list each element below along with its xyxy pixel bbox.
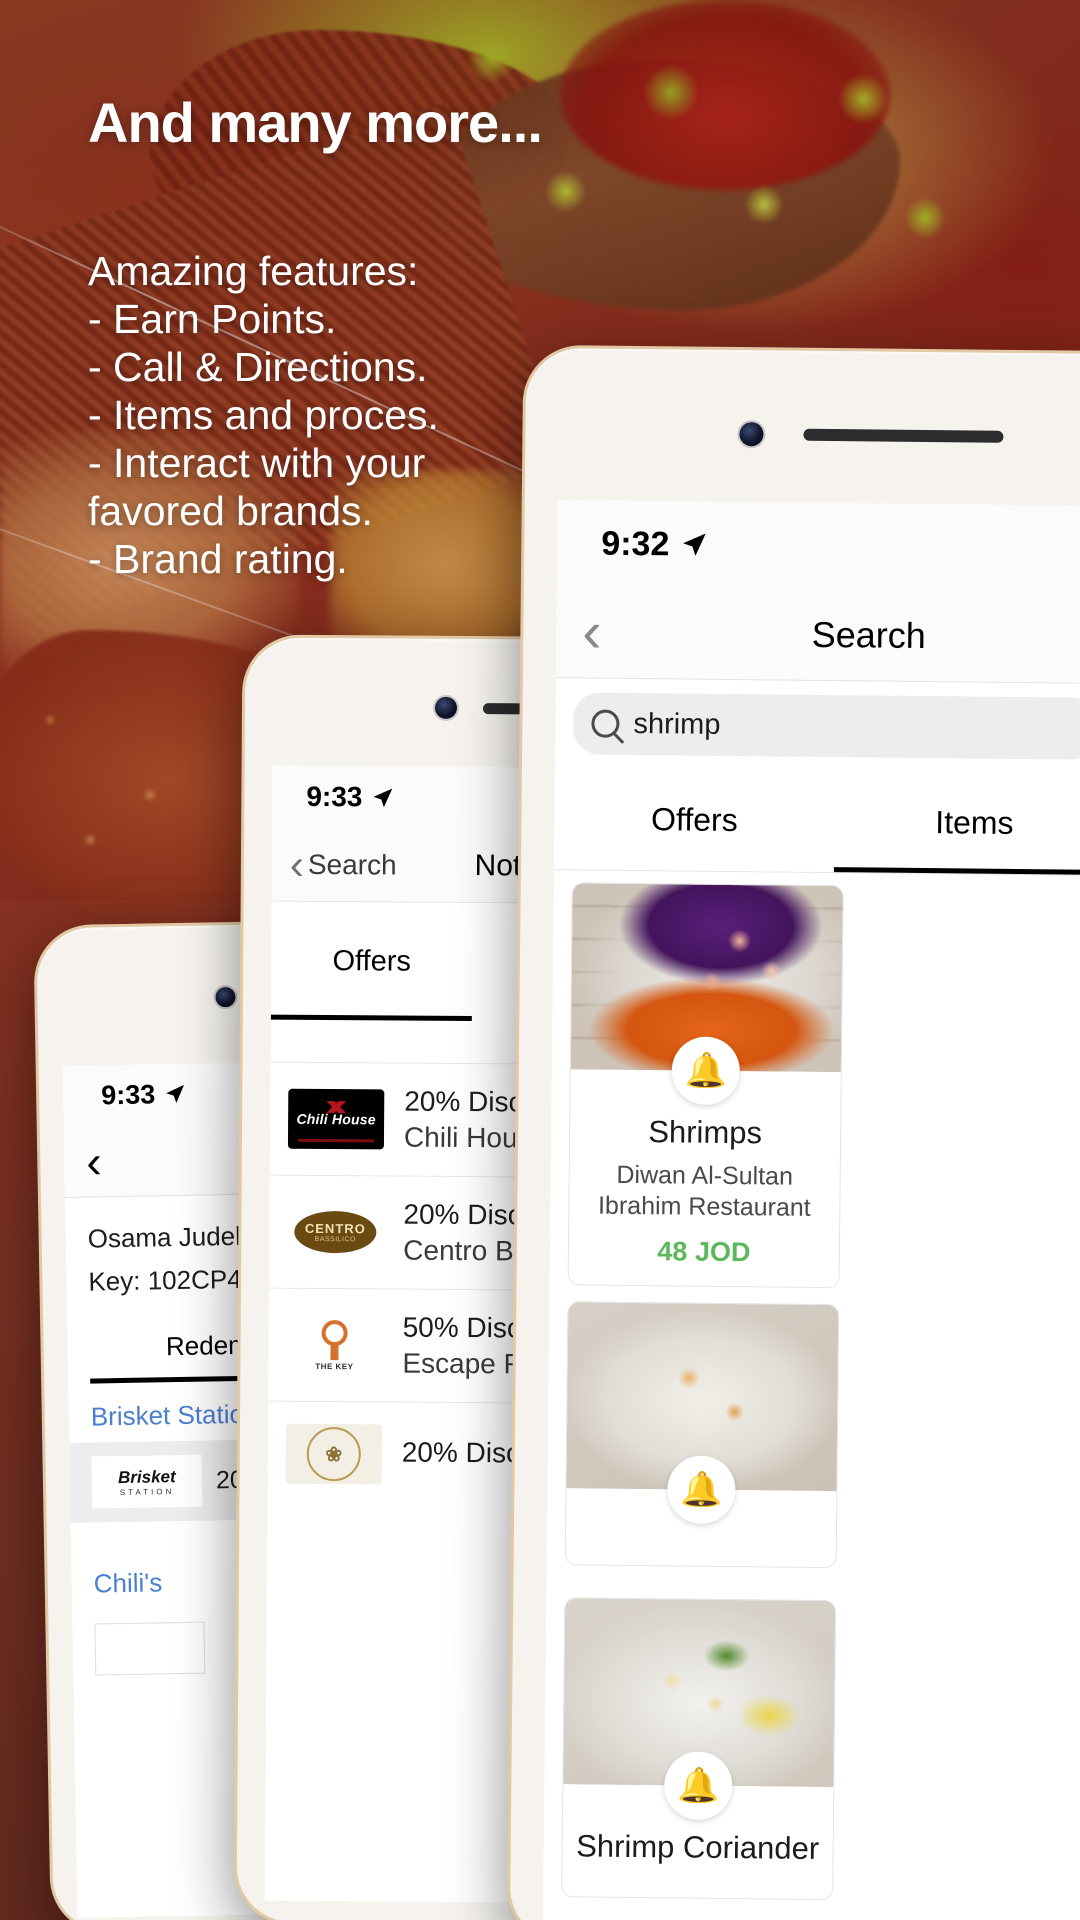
the-key-logo-text: THE KEY [315,1361,354,1371]
item-card[interactable]: 🔔 Shrimp Coriander [561,1597,837,1901]
key-stem-icon [330,1343,339,1360]
chili-logo-subbar [297,1138,374,1143]
tab-active-underline [270,1014,472,1022]
features-list: Amazing features: - Earn Points. - Call … [88,247,568,583]
seal-logo: ❀ [285,1423,382,1485]
item-brand [572,1874,822,1877]
location-arrow-icon [166,1084,185,1104]
tab-bar: Offers Items [553,768,1080,877]
feature-item-2: - Items and proces. [88,392,439,438]
feature-item-3: - Interact with your favored brands. [88,440,426,534]
search-icon [591,709,620,738]
tab-items[interactable]: Items [834,803,1080,843]
tab-offers[interactable]: Offers [554,800,834,840]
front-camera-icon [215,986,236,1008]
screen-search: 9:32 ‹ Search shrimp Offers Items 🔔 Shri… [542,500,1080,1920]
the-key-logo: THE KEY [286,1314,383,1376]
promo-copy: And many more... Amazing features: - Ear… [88,90,568,583]
chilis-logo [94,1621,206,1676]
centro-logo-text: CENTRO [304,1220,366,1237]
item-price [572,1878,822,1881]
bell-glyph: 🔔 [680,1470,723,1509]
search-value: shrimp [633,707,721,741]
bell-glyph: 🔔 [684,1051,728,1090]
bell-icon[interactable]: 🔔 [671,1036,741,1106]
nav-title: Search [811,613,926,656]
item-name: Shrimp Coriander [576,1828,820,1866]
item-name [576,1532,826,1535]
chili-logo-text: Chili House [296,1110,376,1128]
status-bar: 9:32 [556,500,1080,593]
status-time: 9:33 [306,780,363,813]
back-chevron-icon[interactable]: ‹ [290,840,304,887]
back-chevron-icon[interactable]: ‹ [86,1135,102,1187]
front-camera-icon [434,696,458,719]
search-input[interactable]: shrimp [573,692,1080,760]
page-title: And many more... [88,91,543,154]
feature-item-1: - Call & Directions. [88,344,428,390]
front-camera-icon [739,422,764,447]
phone-mockup-search: 9:32 ‹ Search shrimp Offers Items 🔔 Shri… [506,344,1080,1920]
item-card-grid: 🔔 Shrimps Diwan Al-Sultan Ibrahim Restau… [543,870,1080,1920]
feature-item-4: - Brand rating. [88,536,348,582]
centro-logo: CENTRO BASSILICO [287,1201,384,1263]
back-chevron-icon[interactable]: ‹ [582,599,602,664]
chili-roof-icon [302,1100,371,1114]
item-name: Shrimps [648,1114,763,1151]
tab-offers[interactable]: Offers [271,944,472,978]
chili-house-logo: Chili House [287,1088,385,1150]
features-intro: Amazing features: [88,248,419,294]
bell-icon[interactable]: 🔔 [663,1751,733,1821]
key-ring-icon [321,1319,348,1346]
centro-logo-sub: BASSILICO [314,1235,357,1244]
item-price [576,1546,826,1549]
status-time: 9:32 [601,524,670,563]
item-brand [576,1542,826,1545]
location-arrow-icon [373,788,393,807]
feature-item-0: - Earn Points. [88,296,337,342]
nav-bar: ‹ Search [555,586,1080,685]
brisket-logo-line2: STATION [119,1486,175,1497]
back-label[interactable]: Search [308,848,397,881]
item-brand: Diwan Al-Sultan Ibrahim Restaurant [597,1160,811,1222]
seal-badge-icon: ❀ [306,1426,361,1482]
item-card[interactable]: 🔔 Shrimps Diwan Al-Sultan Ibrahim Restau… [567,882,844,1289]
brisket-logo-line1: Brisket [117,1466,176,1487]
earpiece-speaker [803,428,1004,443]
bell-glyph: 🔔 [676,1766,720,1805]
item-card[interactable]: 🔔 [564,1301,840,1569]
status-time: 9:33 [100,1078,156,1110]
centro-oval-badge: CENTRO BASSILICO [294,1210,377,1254]
location-arrow-icon [683,533,706,556]
item-price: 48 JOD [657,1236,751,1268]
bell-icon[interactable]: 🔔 [667,1455,736,1525]
brisket-station-logo: Brisket STATION [91,1454,203,1509]
